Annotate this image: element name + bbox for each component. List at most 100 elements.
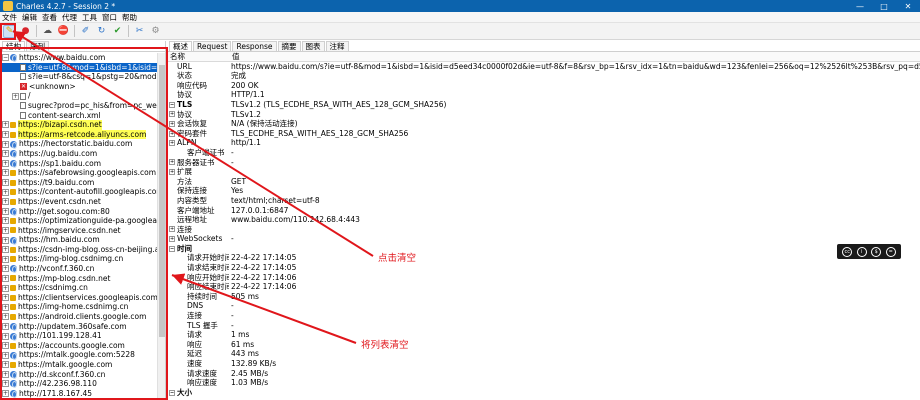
detail-row[interactable]: + WebSockets - xyxy=(167,234,920,244)
expand-toggle[interactable]: + xyxy=(2,169,9,177)
tree-row[interactable]: + http://vconf.f.360.cn xyxy=(0,264,157,274)
expand-toggle[interactable]: + xyxy=(2,217,9,225)
collapse-toggle[interactable]: − xyxy=(169,101,175,108)
expand-toggle[interactable]: + xyxy=(2,140,9,148)
tab-summary[interactable]: 摘要 xyxy=(277,41,301,51)
detail-row[interactable]: + 服务器证书 - xyxy=(167,158,920,168)
tree-row[interactable]: s?ie=utf-8&mod=1&isbd=1&isid=d5ee xyxy=(0,62,157,73)
detail-row[interactable]: URL https://www.baidu.com/s?ie=utf-8&mod=… xyxy=(167,62,920,72)
expand-toggle[interactable]: + xyxy=(2,351,9,359)
expand-toggle[interactable]: + xyxy=(2,236,9,244)
tree-scrollbar[interactable] xyxy=(157,53,165,400)
expand-toggle[interactable]: + xyxy=(2,332,9,340)
detail-row[interactable]: + 会话恢复 N/A (保持活动连接) xyxy=(167,119,920,129)
expand-toggle[interactable]: + xyxy=(2,179,9,187)
expand-toggle[interactable]: + xyxy=(2,226,9,234)
menu-file[interactable]: 文件 xyxy=(2,12,17,23)
detail-row[interactable]: 远程地址 www.baidu.com/110.242.68.4:443 xyxy=(167,215,920,225)
collapse-toggle[interactable]: − xyxy=(169,245,175,252)
tree-row[interactable]: + https://t9.baidu.com xyxy=(0,178,157,188)
tab-request[interactable]: Request xyxy=(193,41,232,51)
collapse-toggle[interactable]: − xyxy=(2,54,9,62)
detail-row[interactable]: 协议 HTTP/1.1 xyxy=(167,90,920,100)
detail-row[interactable]: 请求 1 ms xyxy=(167,330,920,340)
tree-scrollbar-thumb[interactable] xyxy=(159,65,165,337)
menu-edit[interactable]: 编辑 xyxy=(22,12,37,23)
menu-view[interactable]: 查看 xyxy=(42,12,57,23)
tree-row[interactable]: + https://imgservice.csdn.net xyxy=(0,226,157,236)
tree-row[interactable]: + https://optimizationguide-pa.googleapis… xyxy=(0,216,157,226)
expand-toggle[interactable]: + xyxy=(2,342,9,350)
broom-button[interactable]: ✎ xyxy=(3,24,16,38)
tree-row[interactable]: + https://arms-retcode.aliyuncs.com xyxy=(0,129,157,140)
expand-toggle[interactable]: + xyxy=(169,159,175,166)
tree-row[interactable]: ✕ <unknown> xyxy=(0,82,157,92)
tree-row[interactable]: + https://hectorstatic.baidu.com xyxy=(0,139,157,149)
expand-toggle[interactable]: + xyxy=(2,294,9,302)
detail-row[interactable]: DNS - xyxy=(167,301,920,311)
expand-toggle[interactable]: + xyxy=(2,313,9,321)
detail-row[interactable]: 响应代码 200 OK xyxy=(167,81,920,91)
maximize-button[interactable]: □ xyxy=(872,2,896,11)
tree-row[interactable]: content-search.xml xyxy=(0,111,157,121)
expand-toggle[interactable]: + xyxy=(169,130,175,137)
tree-row[interactable]: s?ie=utf-8&csq=1&pstg=20&mod=2&i xyxy=(0,72,157,82)
tree-row[interactable]: + http://171.8.167.45 xyxy=(0,389,157,399)
expand-toggle[interactable]: + xyxy=(2,131,9,139)
detail-row[interactable]: 请求结束时间 22-4-22 17:14:05 xyxy=(167,263,920,273)
detail-row[interactable]: 速度 132.89 KB/s xyxy=(167,359,920,369)
detail-row[interactable]: 连接 - xyxy=(167,311,920,321)
detail-row[interactable]: 保持连接 Yes xyxy=(167,186,920,196)
detail-row[interactable]: 响应结束时间 22-4-22 17:14:06 xyxy=(167,282,920,292)
tree-row[interactable]: + https://img-blog.csdnimg.cn xyxy=(0,254,157,264)
detail-row[interactable]: 请求开始时间 22-4-22 17:14:05 xyxy=(167,253,920,263)
detail-row[interactable]: 请求速度 2.45 MB/s xyxy=(167,369,920,379)
detail-row[interactable]: 响应开始时间 22-4-22 17:14:06 xyxy=(167,273,920,283)
detail-row[interactable]: 内容类型 text/html;charset=utf-8 xyxy=(167,196,920,206)
detail-row[interactable]: + 密码套件 TLS_ECDHE_RSA_WITH_AES_128_GCM_SHA2… xyxy=(167,129,920,139)
expand-toggle[interactable]: + xyxy=(12,92,19,100)
tree-row[interactable]: + https://sp1.baidu.com xyxy=(0,159,157,169)
close-button[interactable]: ✕ xyxy=(896,2,920,11)
expand-toggle[interactable]: + xyxy=(2,284,9,292)
check-button[interactable]: ✔ xyxy=(111,25,124,38)
tab-notes[interactable]: 注释 xyxy=(325,41,349,51)
expand-toggle[interactable]: + xyxy=(169,226,175,233)
expand-toggle[interactable]: + xyxy=(2,380,9,388)
tab-chart[interactable]: 图表 xyxy=(301,41,325,51)
tree-row[interactable]: + http://101.199.128.41 xyxy=(0,331,157,341)
tree-row[interactable]: + https://mp-blog.csdn.net xyxy=(0,274,157,284)
tree-row[interactable]: + https://event.csdn.net xyxy=(0,197,157,207)
breakpoint-button[interactable]: ⛔ xyxy=(57,25,70,38)
expand-toggle[interactable]: + xyxy=(169,236,175,243)
settings-button[interactable]: ⚙ xyxy=(149,25,162,38)
menu-proxy[interactable]: 代理 xyxy=(62,12,77,23)
refresh-button[interactable]: ↻ xyxy=(95,25,108,38)
detail-row[interactable]: 持续时间 505 ms xyxy=(167,292,920,302)
menu-help[interactable]: 帮助 xyxy=(122,12,137,23)
tree-row[interactable]: + https://safebrowsing.googleapis.com xyxy=(0,168,157,178)
expand-toggle[interactable]: + xyxy=(2,303,9,311)
pen-button[interactable]: ✐ xyxy=(79,25,92,38)
detail-row[interactable]: − TLS TLSv1.2 (TLS_ECDHE_RSA_WITH_AES_128_… xyxy=(167,100,920,110)
expand-toggle[interactable]: + xyxy=(2,255,9,263)
detail-row[interactable]: + ALPN http/1.1 xyxy=(167,138,920,148)
expand-toggle[interactable]: + xyxy=(2,361,9,369)
detail-row[interactable]: 客户端地址 127.0.0.1:6847 xyxy=(167,206,920,216)
tools-button[interactable]: ✂ xyxy=(133,25,146,38)
tree-row[interactable]: + https://mtalk.google.com xyxy=(0,360,157,370)
expand-toggle[interactable]: + xyxy=(2,246,9,254)
tree-row[interactable]: − https://www.baidu.com xyxy=(0,53,157,63)
detail-row[interactable]: − 时间 xyxy=(167,244,920,254)
tree-row[interactable]: + https://bizapi.csdn.net xyxy=(0,120,157,130)
expand-toggle[interactable]: + xyxy=(2,265,9,273)
tree-row[interactable]: + http://get.sogou.com:80 xyxy=(0,207,157,217)
expand-toggle[interactable]: + xyxy=(2,207,9,215)
expand-toggle[interactable]: + xyxy=(2,121,9,129)
expand-toggle[interactable]: + xyxy=(169,168,175,175)
detail-row[interactable]: 方法 GET xyxy=(167,177,920,187)
expand-toggle[interactable]: + xyxy=(2,198,9,206)
expand-toggle[interactable]: + xyxy=(2,274,9,282)
tree-row[interactable]: + https://accounts.google.com xyxy=(0,341,157,351)
tree-row[interactable]: + https://mtalk.google.com:5228 xyxy=(0,350,157,360)
